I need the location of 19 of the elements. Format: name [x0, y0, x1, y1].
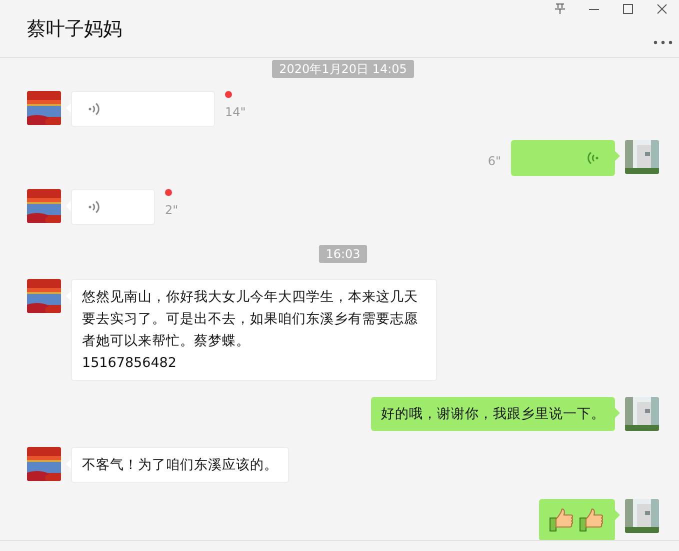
maximize-icon	[623, 4, 633, 14]
pin-icon	[554, 3, 566, 15]
message-text: 悠然见南山，你好我大女儿今年大四学生，本来这几天要去实习了。可是出不去，如果咱们东溪乡有需要志愿者她可以来帮忙。蔡梦蝶。	[82, 288, 419, 351]
voice-icon	[587, 151, 599, 165]
message-text: 15167856482	[82, 354, 178, 373]
message-text: 好的哦，谢谢你，我跟乡里说一下。	[381, 405, 605, 424]
voice-duration: 14"	[225, 104, 246, 121]
thumbs-up-icon	[549, 507, 575, 533]
voice-duration: 6"	[488, 153, 501, 170]
window-title: 蔡叶子妈妈	[27, 18, 122, 41]
timestamp: 2020年1月20日 14:05	[272, 60, 414, 78]
voice-icon	[88, 102, 100, 116]
more-icon	[653, 40, 673, 46]
thumbs-up-icon	[579, 507, 605, 533]
timestamp: 16:03	[318, 245, 368, 263]
message-text: 不客气！为了咱们东溪应该的。	[82, 456, 278, 475]
close-icon	[657, 4, 667, 14]
voice-duration: 2"	[165, 202, 178, 219]
voice-icon	[88, 200, 100, 214]
